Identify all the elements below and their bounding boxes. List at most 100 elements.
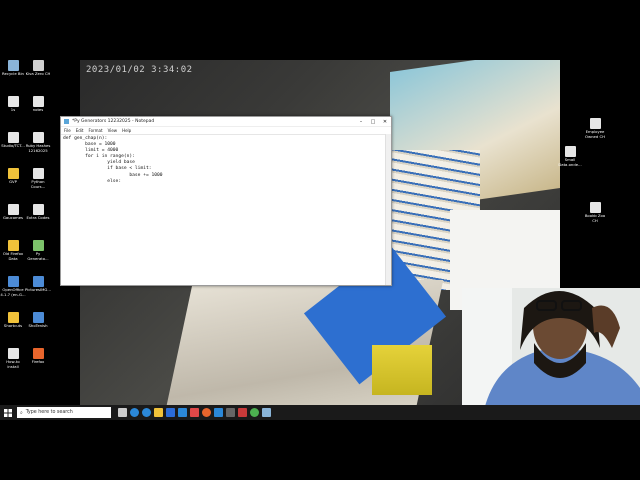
app2-icon[interactable]: [238, 408, 247, 417]
desktop-icon[interactable]: 1s: [0, 96, 26, 113]
desktop-icon[interactable]: How-to install: [0, 348, 26, 369]
desktop-icon[interactable]: Studio/TCT...: [0, 132, 26, 149]
menu-format[interactable]: Format: [88, 128, 102, 133]
desktop-file-icon: [7, 60, 19, 71]
desktop-icon[interactable]: Employee Owned CH: [582, 118, 608, 139]
desktop-icon-label: GVP: [9, 179, 17, 184]
desktop-file-icon: [32, 348, 44, 359]
store-icon[interactable]: [166, 408, 175, 417]
terminal-icon[interactable]: [226, 408, 235, 417]
desktop-icon-label: Extra Codes: [26, 215, 50, 220]
chrome-icon[interactable]: [142, 408, 151, 417]
desktop-file-icon: [7, 240, 19, 251]
desktop-file-icon: [7, 348, 19, 359]
desktop-icon[interactable]: notes: [25, 96, 51, 113]
desktop-icon-label: Gaucomes: [2, 215, 24, 220]
desktop-icon[interactable]: Old Firefox Data: [0, 240, 26, 261]
desktop-icon-label: Studio/TCT...: [1, 143, 25, 148]
camera-timestamp: 2023/01/02 3:34:02: [86, 65, 193, 75]
clad-box: [372, 345, 432, 395]
desktop-file-icon: [7, 168, 19, 179]
notepad-menu-bar: File Edit Format View Help: [61, 127, 391, 135]
maximize-button[interactable]: □: [367, 119, 379, 125]
menu-help[interactable]: Help: [122, 128, 131, 133]
desktop-icon[interactable]: Recycle Bin: [0, 60, 26, 77]
desktop-file-icon: [32, 276, 44, 287]
edge-icon[interactable]: [130, 408, 139, 417]
desktop-icon[interactable]: Py Generato...: [25, 240, 51, 261]
desktop-file-icon: [32, 60, 44, 71]
bottom-letterbox: [0, 420, 640, 480]
windows-logo-icon: [4, 408, 12, 417]
notepad-window[interactable]: *Py Generators 12232025 - Notepad – □ ✕ …: [60, 116, 392, 286]
desktop-icon-label: Old Firefox Data: [2, 251, 24, 261]
desktop-icon[interactable]: Shortcuts: [0, 312, 26, 329]
file-explorer-icon[interactable]: [154, 408, 163, 417]
desktop-icon-label: Kiva Zero CH: [25, 71, 51, 76]
search-placeholder: Type here to search: [25, 410, 73, 415]
desktop-icon-label: notes: [32, 107, 44, 112]
desktop-icon[interactable]: OpenOffice 4.1.7 (en-G...: [0, 276, 26, 297]
desktop-file-icon: [32, 204, 44, 215]
desktop-icon-label: How-to install: [6, 359, 20, 369]
desktop-file-icon: [32, 168, 44, 179]
desktop-icon[interactable]: Small Data.onde...: [557, 146, 583, 167]
search-icon: ⌕: [20, 410, 23, 416]
desktop-file-icon: [589, 118, 601, 129]
firefox-icon[interactable]: [202, 408, 211, 417]
menu-view[interactable]: View: [108, 128, 118, 133]
desktop-icon-label: Shortcuts: [3, 323, 23, 328]
desktop-icon-label: Employee Owned CH: [585, 129, 605, 139]
mail-icon[interactable]: [178, 408, 187, 417]
webcam-overlay: [462, 288, 640, 420]
desktop-icon[interactable]: Bookb Zoo CH: [582, 202, 608, 223]
photos-icon[interactable]: [214, 408, 223, 417]
desktop-icon-label: Firefox: [31, 359, 45, 364]
desktop-icon[interactable]: Ruby Hashes 12162025: [25, 132, 51, 153]
desktop-file-icon: [32, 96, 44, 107]
taskbar: ⌕ Type here to search: [0, 405, 640, 420]
close-button[interactable]: ✕: [379, 119, 391, 125]
notepad-titlebar[interactable]: *Py Generators 12232025 - Notepad – □ ✕: [61, 117, 391, 127]
desktop-icon-label: Python Cours...: [30, 179, 46, 189]
start-button[interactable]: [0, 405, 16, 420]
notepad-icon[interactable]: [262, 408, 271, 417]
task-view-icon[interactable]: [118, 408, 127, 417]
desktop-file-icon: [564, 146, 576, 157]
chrome2-icon[interactable]: [250, 408, 259, 417]
desktop-icon-label: Small Data.onde...: [558, 157, 582, 167]
desktop-icon[interactable]: Python Cours...: [25, 168, 51, 189]
desktop-icon-label: Recycle Bin: [2, 71, 24, 76]
taskbar-search-box[interactable]: ⌕ Type here to search: [17, 407, 111, 418]
presenter-video: [462, 288, 640, 420]
notepad-scrollbar[interactable]: [385, 134, 391, 285]
desktop-icon-label: ShoTenish: [28, 323, 48, 328]
desktop-icon[interactable]: PicturesIMG...: [25, 276, 51, 293]
desktop-file-icon: [7, 132, 19, 143]
menu-edit[interactable]: Edit: [76, 128, 84, 133]
app-icon[interactable]: [190, 408, 199, 417]
desktop-icon-label: Bookb Zoo CH: [584, 213, 606, 223]
notepad-title: *Py Generators 12232025 - Notepad: [72, 119, 155, 124]
desktop-icon-label: PicturesIMG...: [25, 287, 51, 292]
desktop-icon[interactable]: Extra Codes: [25, 204, 51, 221]
desktop-icon[interactable]: ShoTenish: [25, 312, 51, 329]
desktop-icon-label: 1s: [10, 107, 16, 112]
desktop-icon-label: Ruby Hashes 12162025: [25, 143, 51, 153]
minimize-button[interactable]: –: [355, 119, 367, 125]
desktop-file-icon: [32, 240, 44, 251]
desktop-icon[interactable]: Firefox: [25, 348, 51, 365]
desktop-icon[interactable]: GVP: [0, 168, 26, 185]
desktop-file-icon: [32, 132, 44, 143]
desktop-file-icon: [589, 202, 601, 213]
menu-file[interactable]: File: [64, 128, 71, 133]
taskbar-pinned-apps: [118, 408, 271, 417]
notepad-text-area[interactable]: def gen_chap(n): base = 1000 limit = 400…: [61, 135, 391, 186]
desktop-file-icon: [7, 96, 19, 107]
notepad-icon: [64, 119, 69, 124]
desktop-file-icon: [7, 276, 19, 287]
desktop-icon[interactable]: Kiva Zero CH: [25, 60, 51, 77]
desktop-icon-label: Py Generato...: [27, 251, 49, 261]
desktop-file-icon: [32, 312, 44, 323]
desktop-icon[interactable]: Gaucomes: [0, 204, 26, 221]
